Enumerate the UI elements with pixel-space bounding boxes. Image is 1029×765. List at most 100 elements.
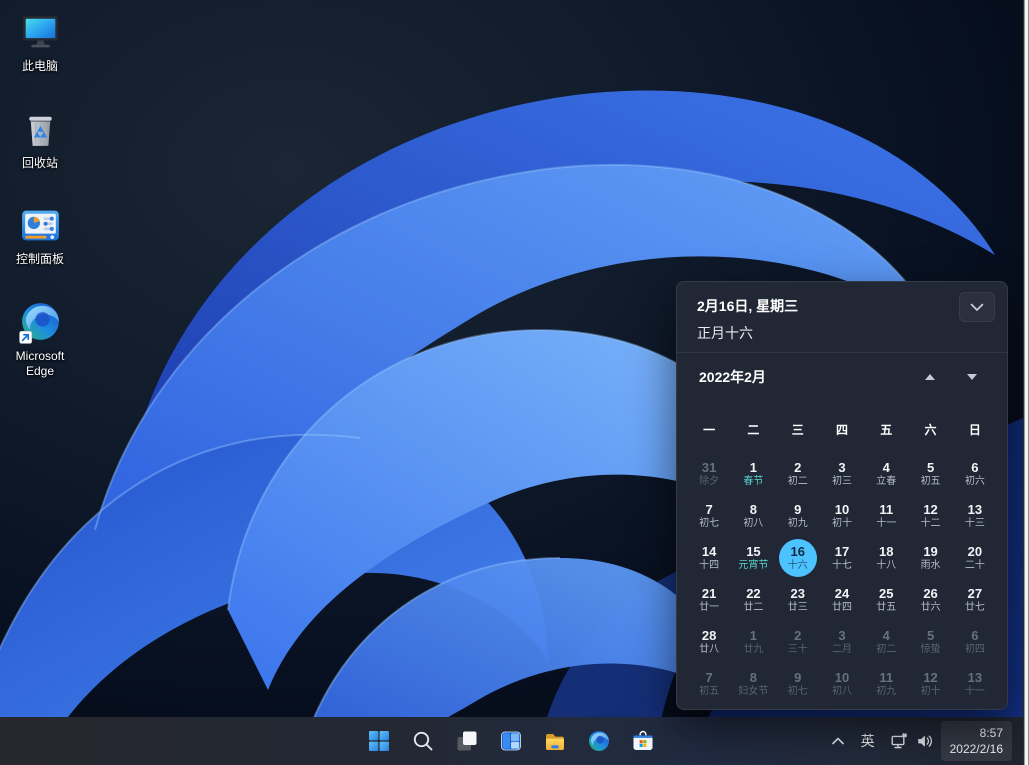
calendar-day-cell[interactable]: 13十一 [953, 663, 997, 705]
calendar-day-cell[interactable]: 8妇女节 [731, 663, 775, 705]
desktop-icon-microsoft-edge[interactable]: Microsoft Edge [2, 300, 78, 380]
volume-icon [917, 733, 932, 749]
calendar-day-cell[interactable]: 11初九 [864, 663, 908, 705]
chevron-down-icon [970, 303, 984, 312]
calendar-day-cell[interactable]: 3二月 [820, 621, 864, 663]
weekday-label: 五 [864, 418, 908, 442]
calendar-day-cell[interactable]: 6初四 [953, 621, 997, 663]
edge-icon [18, 300, 63, 345]
calendar-day-cell[interactable]: 18十八 [864, 537, 908, 579]
calendar-day-cell[interactable]: 1春节 [731, 453, 775, 495]
calendar-day-cell[interactable]: 3初三 [820, 453, 864, 495]
desktop-icon-label: 控制面板 [16, 252, 64, 268]
microsoft-store-button[interactable] [622, 719, 664, 763]
windows-start-icon [367, 729, 391, 753]
calendar-day-cell[interactable]: 7初七 [687, 495, 731, 537]
calendar-day-cell[interactable]: 9初九 [776, 495, 820, 537]
this-pc-icon [18, 10, 63, 55]
calendar-day-cell[interactable]: 13十三 [953, 495, 997, 537]
calendar-day-cell[interactable]: 2三十 [776, 621, 820, 663]
ime-language-button[interactable]: 英 [854, 721, 882, 761]
screen-edge-border [1023, 0, 1029, 765]
calendar-flyout: 2月16日, 星期三 正月十六 2022年2月 一二三四五六日 31除夕1春节2… [676, 281, 1008, 710]
calendar-day-cell[interactable]: 21廿一 [687, 579, 731, 621]
desktop: 此电脑 回收站 [0, 0, 1029, 765]
taskbar: 英 8:57 2022/2/16 [0, 717, 1029, 765]
calendar-day-cell[interactable]: 27廿七 [953, 579, 997, 621]
control-panel-icon [18, 203, 63, 248]
calendar-day-cell[interactable]: 5惊蛰 [908, 621, 952, 663]
desktop-icon-label: Microsoft Edge [4, 349, 76, 380]
calendar-day-cell[interactable]: 25廿五 [864, 579, 908, 621]
taskbar-center-icons [358, 717, 664, 765]
calendar-prev-month-button[interactable] [917, 368, 943, 386]
start-button[interactable] [358, 719, 400, 763]
network-icon [891, 733, 908, 749]
calendar-day-cell[interactable]: 20二十 [953, 537, 997, 579]
file-explorer-button[interactable] [534, 719, 576, 763]
system-tray: 英 8:57 2022/2/16 [824, 717, 1012, 765]
weekday-label: 六 [908, 418, 952, 442]
task-view-icon [455, 729, 479, 753]
weekday-label: 一 [687, 418, 731, 442]
triangle-up-icon [925, 374, 935, 380]
desktop-icon-this-pc[interactable]: 此电脑 [2, 10, 78, 75]
calendar-day-cell[interactable]: 7初五 [687, 663, 731, 705]
calendar-day-cell[interactable]: 12十二 [908, 495, 952, 537]
widgets-button[interactable] [490, 719, 532, 763]
search-button[interactable] [402, 719, 444, 763]
desktop-icon-label: 回收站 [22, 156, 58, 172]
calendar-day-cell[interactable]: 5初五 [908, 453, 952, 495]
calendar-day-cell[interactable]: 19雨水 [908, 537, 952, 579]
calendar-day-cell[interactable]: 28廿八 [687, 621, 731, 663]
calendar-day-cell[interactable]: 14十四 [687, 537, 731, 579]
task-view-button[interactable] [446, 719, 488, 763]
search-icon [411, 729, 435, 753]
calendar-day-cell[interactable]: 4立春 [864, 453, 908, 495]
chevron-up-icon [831, 735, 845, 747]
calendar-day-cell[interactable]: 9初七 [776, 663, 820, 705]
calendar-day-cell[interactable]: 15元宵节 [731, 537, 775, 579]
weekday-label: 四 [820, 418, 864, 442]
calendar-day-cell[interactable]: 23廿三 [776, 579, 820, 621]
triangle-down-icon [967, 374, 977, 380]
weekday-label: 三 [776, 418, 820, 442]
calendar-day-cell[interactable]: 22廿二 [731, 579, 775, 621]
calendar-day-cell[interactable]: 17十七 [820, 537, 864, 579]
quick-settings-button[interactable] [884, 721, 939, 761]
calendar-day-cell[interactable]: 10初八 [820, 663, 864, 705]
ime-language-label: 英 [861, 731, 875, 751]
calendar-day-cell[interactable]: 2初二 [776, 453, 820, 495]
calendar-day-cell[interactable]: 8初八 [731, 495, 775, 537]
calendar-month-row: 2022年2月 [677, 353, 1007, 401]
calendar-day-cell-selected[interactable]: 16十六 [776, 537, 820, 579]
edge-taskbar-button[interactable] [578, 719, 620, 763]
clock-time: 8:57 [980, 725, 1003, 741]
calendar-day-cell[interactable]: 26廿六 [908, 579, 952, 621]
desktop-icon-label: 此电脑 [22, 59, 58, 75]
calendar-lunar-date: 正月十六 [697, 323, 987, 343]
calendar-day-cell[interactable]: 1廿九 [731, 621, 775, 663]
recycle-bin-icon [18, 107, 63, 152]
desktop-icon-recycle-bin[interactable]: 回收站 [2, 107, 78, 172]
widgets-icon [499, 729, 523, 753]
calendar-day-cell[interactable]: 4初二 [864, 621, 908, 663]
clock-button[interactable]: 8:57 2022/2/16 [941, 721, 1012, 761]
file-explorer-icon [543, 729, 567, 753]
microsoft-store-icon [631, 729, 655, 753]
calendar-day-cell[interactable]: 12初十 [908, 663, 952, 705]
edge-icon [587, 729, 611, 753]
weekday-label: 二 [731, 418, 775, 442]
calendar-date-title: 2月16日, 星期三 [697, 296, 987, 316]
desktop-icon-control-panel[interactable]: 控制面板 [2, 203, 78, 268]
calendar-collapse-button[interactable] [959, 292, 995, 322]
calendar-day-cell[interactable]: 11十一 [864, 495, 908, 537]
calendar-next-month-button[interactable] [959, 368, 985, 386]
calendar-day-cell[interactable]: 24廿四 [820, 579, 864, 621]
calendar-grid: 31除夕1春节2初二3初三4立春5初五6初六7初七8初八9初九10初十11十一1… [677, 453, 1007, 705]
hidden-icons-button[interactable] [824, 721, 852, 761]
calendar-day-cell[interactable]: 10初十 [820, 495, 864, 537]
calendar-day-cell[interactable]: 31除夕 [687, 453, 731, 495]
desktop-icon-list: 此电脑 回收站 [2, 10, 78, 380]
calendar-day-cell[interactable]: 6初六 [953, 453, 997, 495]
